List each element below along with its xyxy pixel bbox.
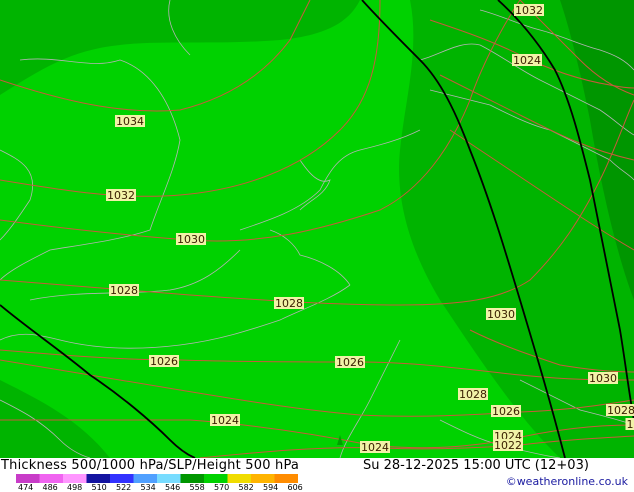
map-view: 1032 1024 1034 1032 1030 1028 1028 1030 1026 1026… (0, 0, 634, 490)
legend-swatch (110, 474, 134, 483)
isobar-label: 1026 (149, 355, 179, 368)
isobar-label: 1022 (493, 439, 523, 452)
legend-swatch (204, 474, 228, 483)
isobar-label: 1024 (210, 414, 240, 427)
isobar-label-text: 1028 (607, 404, 634, 417)
isobar-label: 1032 (514, 4, 544, 17)
isobar-label: 1024 (512, 54, 542, 67)
legend-swatch (87, 474, 111, 483)
legend-swatch (134, 474, 158, 483)
isobar-label-text: 1026 (492, 405, 520, 418)
legend-tick-label: 594 (263, 483, 278, 492)
isobar-label: 1028 (458, 388, 488, 401)
isobar-label: 1028 (606, 404, 634, 417)
isobar-label-text: 1030 (487, 308, 515, 321)
isobar-label-text: 1024 (211, 414, 239, 427)
isobar-label: 1026 (491, 405, 521, 418)
legend-tick-label: 498 (67, 483, 82, 492)
legend-swatch (275, 474, 299, 483)
isobar-label: 1026 (335, 356, 365, 369)
legend-swatch (63, 474, 87, 483)
isobar-label-text: 1026 (150, 355, 178, 368)
isobar-label-text: 1022 (494, 439, 522, 452)
isobar-label-text: 1024 (361, 441, 389, 454)
legend-tick-label: 510 (92, 483, 107, 492)
isobar-label-text: 1032 (515, 4, 543, 17)
legend-tick-label: 486 (43, 483, 58, 492)
thickness-color-legend (16, 474, 298, 483)
isobar-label-text: 1026 (336, 356, 364, 369)
legend-swatch (181, 474, 205, 483)
isobar-label: 1030 (486, 308, 516, 321)
isobar-label: 1024 (360, 441, 390, 454)
isobar-label-text: 1034 (116, 115, 144, 128)
legend-swatch (251, 474, 275, 483)
legend-swatch (157, 474, 181, 483)
isobar-label: 1028 (109, 284, 139, 297)
map-footer: Thickness 500/1000 hPa/SLP/Height 500 hP… (0, 458, 634, 490)
legend-tick-label: 570 (214, 483, 229, 492)
isobar-label: 1030 (176, 233, 206, 246)
isobar-label-text: 1028 (275, 297, 303, 310)
map-title: Thickness 500/1000 hPa/SLP/Height 500 hP… (1, 458, 299, 473)
legend-tick-label: 606 (288, 483, 303, 492)
isobar-label-text: 1030 (589, 372, 617, 385)
legend-swatch (228, 474, 252, 483)
isobar-label-text: 1024 (513, 54, 541, 67)
isobar-label-text: 1032 (107, 189, 135, 202)
legend-tick-label: 558 (190, 483, 205, 492)
isobar-label-text: 1030 (177, 233, 205, 246)
isobar-label: 1028 (274, 297, 304, 310)
legend-swatch (40, 474, 64, 483)
legend-tick-label: 546 (165, 483, 180, 492)
legend-tick-label: 582 (239, 483, 254, 492)
legend-tick-label: 474 (18, 483, 33, 492)
legend-tick-label: 534 (141, 483, 156, 492)
isobar-label-text: 1028 (459, 388, 487, 401)
isobar-label: 1030 (588, 372, 618, 385)
isobar-label-text: 1028 (110, 284, 138, 297)
thickness-map: 1032 1024 1034 1032 1030 1028 1028 1030 1026 1026… (0, 0, 634, 458)
isobar-label-text: 1 (627, 418, 634, 431)
isobar-label: 1 (626, 418, 634, 431)
valid-time: Su 28-12-2025 15:00 UTC (12+03) (363, 458, 589, 473)
legend-tick-label: 522 (116, 483, 131, 492)
isobar-label: 1032 (106, 189, 136, 202)
credit-link[interactable]: ©weatheronline.co.uk (506, 475, 628, 488)
isobar-label: 1034 (115, 115, 145, 128)
